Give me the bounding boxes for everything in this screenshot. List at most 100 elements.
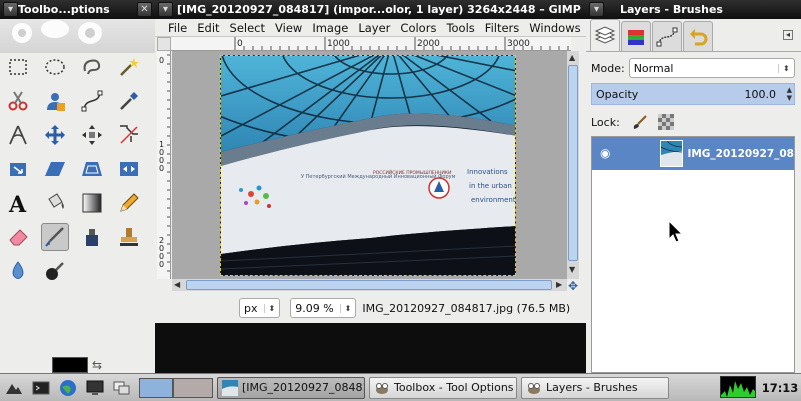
scroll-left-icon[interactable]: ◀ bbox=[174, 280, 180, 289]
rect-select-icon[interactable] bbox=[4, 53, 32, 81]
image-window-title: [IMG_20120927_084817] (impor...olor, 1 l… bbox=[177, 3, 581, 16]
opacity-spin-icon[interactable]: ▲ ▼ bbox=[787, 86, 792, 102]
opacity-slider[interactable]: Opacity 100.0 ▲ ▼ bbox=[591, 83, 795, 105]
menu-image[interactable]: Image bbox=[307, 21, 353, 35]
undo-icon[interactable] bbox=[683, 21, 713, 51]
unit-select[interactable]: px ⬍ bbox=[239, 298, 281, 318]
chevron-icon: ⬍ bbox=[777, 63, 790, 73]
align-icon[interactable] bbox=[78, 121, 106, 149]
clone-icon[interactable] bbox=[115, 223, 143, 251]
menu-edit[interactable]: Edit bbox=[192, 21, 224, 35]
paths-icon[interactable] bbox=[78, 87, 106, 115]
monitor-icon[interactable] bbox=[84, 377, 106, 399]
window-menu-button[interactable]: ▾ bbox=[589, 2, 604, 17]
spinner-icon: ⬍ bbox=[339, 303, 351, 313]
menu-layer[interactable]: Layer bbox=[353, 21, 395, 35]
fuzzy-select-icon[interactable] bbox=[115, 53, 143, 81]
blend-icon[interactable] bbox=[78, 189, 106, 217]
ink-icon[interactable] bbox=[78, 223, 106, 251]
wilber-logo-icon bbox=[12, 20, 102, 44]
perspective-icon[interactable] bbox=[78, 155, 106, 183]
wilber-drop-area[interactable] bbox=[0, 19, 155, 53]
layer-name[interactable]: IMG_20120927_08 bbox=[687, 148, 794, 160]
vertical-scrollbar[interactable]: ▲ ▼ bbox=[567, 51, 579, 279]
show-desktop-icon[interactable] bbox=[111, 377, 133, 399]
banner-right-text-2: in the urban bbox=[469, 182, 512, 190]
close-icon[interactable]: ✕ bbox=[137, 2, 152, 17]
browser-icon[interactable] bbox=[57, 377, 79, 399]
dodge-burn-icon[interactable] bbox=[41, 257, 69, 285]
image-canvas[interactable]: У Петербургский Международный Инновацион… bbox=[172, 51, 567, 279]
flip-icon[interactable] bbox=[115, 155, 143, 183]
foreground-color-swatch[interactable] bbox=[52, 357, 88, 373]
menu-windows[interactable]: Windows bbox=[524, 21, 585, 35]
pencil-icon[interactable] bbox=[115, 189, 143, 217]
workspace-1[interactable] bbox=[139, 377, 173, 398]
horizontal-scrollbar[interactable]: ◀ ▶ bbox=[172, 279, 567, 291]
vertical-ruler[interactable]: 0 1 0 0 0 2 0 0 0 bbox=[157, 51, 171, 279]
color-picker-icon[interactable] bbox=[115, 87, 143, 115]
channels-icon[interactable] bbox=[621, 21, 651, 51]
layer-row[interactable]: ◉ IMG_20120927_08 bbox=[592, 137, 794, 170]
unit-value: px bbox=[244, 301, 258, 315]
bucket-fill-icon[interactable] bbox=[41, 189, 69, 217]
move-icon[interactable] bbox=[41, 121, 69, 149]
vertical-scroll-thumb[interactable] bbox=[568, 65, 578, 261]
dome-photo-image: У Петербургский Международный Инновацион… bbox=[221, 56, 515, 275]
menu-filters[interactable]: Filters bbox=[480, 21, 524, 35]
text-icon[interactable]: A bbox=[4, 189, 32, 217]
airbrush-icon[interactable] bbox=[41, 223, 69, 251]
window-menu-button[interactable]: ▾ bbox=[3, 2, 18, 17]
smudge-icon[interactable] bbox=[4, 257, 32, 285]
swap-colors-icon[interactable]: ⇆ bbox=[92, 358, 102, 372]
menu-view[interactable]: View bbox=[270, 21, 307, 35]
horizontal-scroll-thumb[interactable] bbox=[186, 280, 552, 290]
vruler-label: 0 bbox=[159, 56, 164, 65]
banner-right-text-1: Innovations bbox=[467, 168, 508, 176]
lock-pixels-icon[interactable] bbox=[632, 114, 648, 130]
shear-icon[interactable] bbox=[41, 155, 69, 183]
crop-icon[interactable] bbox=[115, 121, 143, 149]
dock-menu-icon[interactable]: ◂ bbox=[783, 30, 793, 40]
menu-colors[interactable]: Colors bbox=[395, 21, 441, 35]
layers-icon[interactable] bbox=[590, 19, 620, 51]
image-photo[interactable]: У Петербургский Международный Инновацион… bbox=[220, 55, 516, 276]
menu-select[interactable]: Select bbox=[225, 21, 270, 35]
mouse-cursor-icon bbox=[668, 220, 684, 243]
workspace-2[interactable] bbox=[173, 377, 213, 398]
scroll-up-icon[interactable]: ▲ bbox=[569, 53, 575, 62]
free-select-icon[interactable] bbox=[78, 53, 106, 81]
window-menu-button[interactable]: ▾ bbox=[158, 2, 173, 17]
eraser-icon[interactable] bbox=[4, 223, 32, 251]
foreground-select-icon[interactable] bbox=[41, 87, 69, 115]
scale-icon[interactable] bbox=[4, 155, 32, 183]
paths-icon[interactable] bbox=[652, 21, 682, 51]
image-window-titlebar[interactable]: ▾ [IMG_20120927_084817] (impor...olor, 1… bbox=[155, 0, 586, 19]
mode-select[interactable]: Normal ⬍ bbox=[628, 58, 795, 78]
gimp-icon bbox=[528, 382, 540, 394]
ruler-ticks: 0 1000 2000 3000 bbox=[234, 37, 569, 50]
layer-thumbnail bbox=[660, 140, 684, 167]
lock-alpha-icon[interactable] bbox=[657, 114, 674, 130]
start-menu-icon[interactable] bbox=[3, 377, 25, 399]
measure-icon[interactable] bbox=[4, 121, 32, 149]
quick-mask-toggle[interactable] bbox=[157, 37, 171, 51]
task-image-window[interactable]: [IMG_20120927_084817] bbox=[217, 376, 365, 399]
scroll-right-icon[interactable]: ▶ bbox=[556, 280, 562, 289]
task-layers[interactable]: Layers - Brushes bbox=[521, 376, 669, 399]
horizontal-ruler[interactable]: 0 1000 2000 3000 bbox=[171, 37, 571, 51]
eye-icon[interactable]: ◉ bbox=[600, 146, 610, 160]
toolbox-titlebar[interactable]: ▾ Toolbo...ptions ✕ bbox=[0, 0, 155, 19]
scissors-select-icon[interactable] bbox=[4, 87, 32, 115]
zoom-select[interactable]: 9.09 % ⬍ bbox=[290, 298, 357, 318]
menu-tools[interactable]: Tools bbox=[441, 21, 479, 35]
menu-file[interactable]: File bbox=[163, 21, 192, 35]
ellipse-select-icon[interactable] bbox=[41, 53, 69, 81]
layers-titlebar[interactable]: ▾ Layers - Brushes bbox=[586, 0, 801, 19]
clock[interactable]: 17:13 bbox=[760, 378, 800, 398]
scroll-down-icon[interactable]: ▼ bbox=[569, 265, 575, 274]
image-status-text: IMG_20120927_084817.jpg (76.5 MB) bbox=[362, 301, 571, 315]
task-toolbox[interactable]: Toolbox - Tool Options bbox=[369, 376, 517, 399]
navigate-icon[interactable]: ✥ bbox=[568, 279, 578, 293]
terminal-icon[interactable] bbox=[30, 377, 52, 399]
